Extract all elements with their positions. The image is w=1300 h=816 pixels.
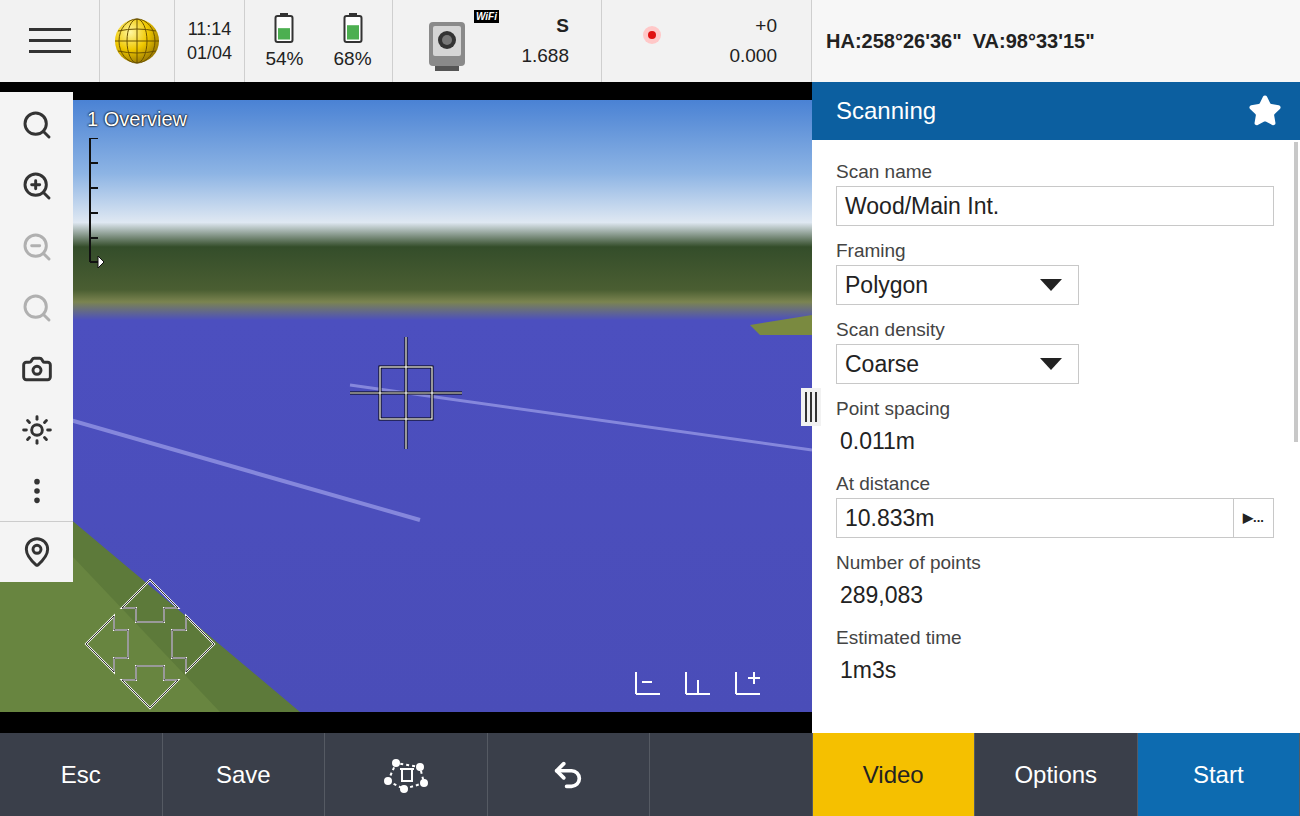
field-label: Scan density (836, 318, 1294, 342)
aim-tool-icon[interactable] (684, 670, 712, 696)
scrollbar[interactable] (1294, 142, 1298, 442)
field-value: 289,083 (836, 577, 1294, 613)
field-value: Coarse (845, 347, 919, 382)
brightness-tool-icon[interactable] (0, 399, 73, 460)
form-field: Scan name Wood/Main Int. (836, 160, 1294, 226)
form-field: Framing Polygon (836, 239, 1294, 305)
dropdown[interactable]: Coarse (836, 344, 1079, 384)
total-station-icon (425, 18, 469, 72)
field-value: 10.833m (845, 501, 935, 536)
field-label: Number of points (836, 551, 1294, 575)
laser-dot-icon (642, 25, 662, 45)
field-label: Point spacing (836, 397, 1294, 421)
form-field: At distance 10.833m ▶... (836, 472, 1294, 538)
menu-button[interactable] (0, 0, 100, 82)
form-field: Scan density Coarse (836, 318, 1294, 384)
previous-tool-icon (0, 277, 73, 338)
status-bar: 11:1401/04 54% 68% WiFi S1.688 +00.000 HA:258°… (0, 0, 1300, 82)
laser-status[interactable]: +00.000 (602, 0, 812, 82)
video-frame[interactable]: 1 Overview (0, 100, 812, 712)
softkey-button[interactable]: Esc (0, 733, 163, 816)
field-value: 0.011m (836, 423, 1294, 459)
target-height: 1.688 (521, 41, 569, 71)
zoomout-tool-icon (0, 216, 73, 277)
scale-bar-icon (84, 138, 104, 268)
softkey-button[interactable]: Video (813, 733, 976, 816)
date: 01/04 (187, 41, 232, 65)
panel-header: Scanning (812, 82, 1300, 140)
dropdown-arrow-icon (1040, 279, 1062, 291)
more-tool-icon[interactable] (0, 460, 73, 521)
laser-info: +00.000 (729, 11, 777, 71)
field-label: At distance (836, 472, 1294, 496)
form-field: Number of points289,083 (836, 551, 1294, 613)
panel-splitter[interactable] (801, 388, 821, 426)
form-field: Estimated time1m3s (836, 626, 1294, 688)
scanning-panel: Scanning Scan name Wood/Main Int. Framing Po… (812, 82, 1300, 733)
view-label: 1 Overview (87, 104, 187, 134)
extents-tool-icon[interactable] (0, 94, 73, 155)
time: 11:14 (188, 17, 232, 41)
battery-reading: 68% (334, 48, 372, 70)
laser-value: 0.000 (729, 41, 777, 71)
video-toolbar (0, 92, 73, 582)
battery: 68% (334, 12, 372, 70)
wifi-badge: WiFi (474, 10, 499, 23)
main-area: 1 Overview Scanning Scan name Wood/Main Int… (0, 82, 1300, 733)
instrument: WiFi (425, 10, 485, 72)
battery-reading: 54% (265, 48, 303, 70)
favorite-star-icon[interactable] (1248, 94, 1282, 128)
delete-polygon-icon (382, 757, 430, 793)
field-label: Estimated time (836, 626, 1294, 650)
angles: HA:258°26'36" VA:98°33'15" (812, 0, 1300, 82)
app: 11:1401/04 54% 68% WiFi S1.688 +00.000 HA:258°… (0, 0, 1300, 816)
globe-button[interactable] (100, 0, 175, 82)
video-view: 1 Overview (0, 82, 812, 733)
aim-tool-icon[interactable] (634, 670, 662, 696)
softkey-button[interactable]: Options (975, 733, 1138, 816)
scan-name-input[interactable]: Wood/Main Int. (836, 186, 1274, 226)
clock: 11:1401/04 (175, 0, 245, 82)
camera-tool-icon[interactable] (0, 338, 73, 399)
map-tool-icon[interactable] (0, 521, 73, 582)
crosshair-icon (350, 337, 462, 449)
field-value: 1m3s (836, 652, 1294, 688)
globe-icon (113, 17, 161, 65)
dropdown[interactable]: Polygon (836, 265, 1079, 305)
field-label: Framing (836, 239, 1294, 263)
target-name: S (556, 11, 569, 41)
target-info: S1.688 (521, 11, 569, 71)
undo-icon (551, 758, 585, 792)
instrument-status[interactable]: WiFi S1.688 (393, 0, 602, 82)
form: Scan name Wood/Main Int. Framing Polygon Sca… (812, 140, 1294, 733)
aim-tool-icon[interactable] (734, 670, 762, 696)
battery-icon (274, 12, 294, 44)
batteries[interactable]: 54% 68% (245, 0, 393, 82)
aim-tools (634, 670, 762, 696)
battery: 54% (265, 12, 303, 70)
empty-button (650, 733, 813, 816)
softkey-button[interactable] (325, 733, 488, 816)
pan-arrows-icon[interactable] (84, 578, 216, 710)
battery-icon (343, 12, 363, 44)
field-value: Wood/Main Int. (845, 189, 999, 224)
softkey-button[interactable]: Save (163, 733, 326, 816)
zoomin-tool-icon[interactable] (0, 155, 73, 216)
softkey-button[interactable] (488, 733, 651, 816)
panel-body: Scan name Wood/Main Int. Framing Polygon Sca… (812, 140, 1300, 733)
field-value: Polygon (845, 268, 928, 303)
form-field: Point spacing0.011m (836, 397, 1294, 459)
measure-button[interactable]: ▶... (1234, 498, 1274, 538)
prism-constant: +0 (755, 11, 777, 41)
field-label: Scan name (836, 160, 1294, 184)
softkey-button[interactable]: Start (1138, 733, 1300, 816)
distance-field[interactable]: 10.833m ▶... (836, 498, 1274, 538)
softkey-bar: EscSave VideoOptionsStart (0, 733, 1300, 816)
dropdown-arrow-icon (1040, 358, 1062, 370)
panel-title: Scanning (836, 93, 936, 129)
hamburger-icon (29, 26, 71, 56)
